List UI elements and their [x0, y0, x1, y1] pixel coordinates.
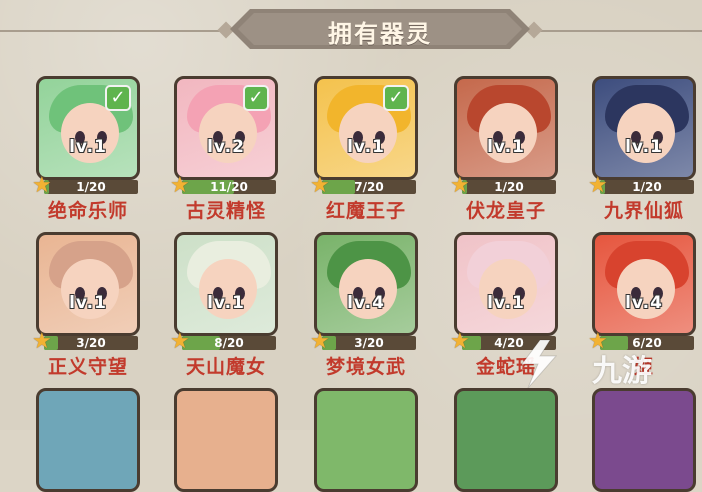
- fragment-progress-bar: 1/20: [44, 180, 138, 194]
- spirit-name: 古灵精怪: [185, 200, 266, 222]
- spirit-level: lv.1: [207, 293, 245, 313]
- spirit-name: 伏龙皇子: [465, 200, 546, 222]
- star-fragment-icon: ★: [170, 329, 190, 354]
- spirit-portrait: lv.2 ✓: [174, 76, 278, 180]
- fragment-count: 7/20: [354, 180, 384, 194]
- spirit-card[interactable]: lv.1 8/20 ★ 天山魔女: [170, 232, 282, 378]
- spirit-portrait: lv.4: [314, 232, 418, 336]
- star-fragment-icon: ★: [588, 173, 608, 198]
- spirit-card[interactable]: lv.1 ✓ 1/20 ★ 绝命乐师: [32, 76, 144, 222]
- spirit-portrait: lv.1 ✓: [314, 76, 418, 180]
- spirit-name: 梦境女武: [325, 356, 406, 378]
- spirit-card[interactable]: lv.2 ✓ 11/20 ★ 古灵精怪: [170, 76, 282, 222]
- spirit-level: lv.1: [487, 293, 525, 313]
- spirit-name: 红魔王子: [325, 200, 406, 222]
- spirit-portrait: lv.1: [454, 76, 558, 180]
- watermark-logo-icon: [521, 339, 558, 389]
- fragment-count: 1/20: [76, 180, 106, 194]
- spirit-card[interactable]: lv.1 1/20 ★ 伏龙皇子: [450, 76, 562, 222]
- spirit-portrait-partial[interactable]: [314, 388, 418, 492]
- spirit-level: lv.4: [347, 293, 385, 313]
- spirit-level: lv.1: [347, 137, 385, 157]
- fragment-progress-bar: 1/20: [600, 180, 694, 194]
- fragment-progress-bar: 11/20: [182, 180, 276, 194]
- star-fragment-icon: ★: [310, 173, 330, 198]
- spirit-card[interactable]: lv.4 3/20 ★ 梦境女武: [310, 232, 422, 378]
- spirit-level: lv.4: [625, 293, 663, 313]
- spirit-level: lv.1: [625, 137, 663, 157]
- spirit-portrait-partial[interactable]: [36, 388, 140, 492]
- checkmark-icon: ✓: [243, 85, 269, 111]
- star-fragment-icon: ★: [450, 329, 470, 354]
- spirit-portrait-partial[interactable]: [454, 388, 558, 492]
- spirit-portrait-partial[interactable]: [592, 388, 696, 492]
- fragment-count: 3/20: [354, 336, 384, 350]
- fragment-count: 8/20: [214, 336, 244, 350]
- spirit-card[interactable]: lv.1 3/20 ★ 正义守望: [32, 232, 144, 378]
- spirit-portrait: lv.1: [454, 232, 558, 336]
- spirit-portrait: lv.1 ✓: [36, 76, 140, 180]
- spirit-card[interactable]: lv.1 ✓ 7/20 ★ 红魔王子: [310, 76, 422, 222]
- fragment-count: 3/20: [76, 336, 106, 350]
- spirit-name: 天山魔女: [185, 356, 266, 378]
- spirit-level: lv.1: [487, 137, 525, 157]
- fragment-count: 11/20: [210, 180, 248, 194]
- spirit-level: lv.1: [69, 293, 107, 313]
- star-fragment-icon: ★: [310, 329, 330, 354]
- spirit-name: 九界仙狐: [603, 200, 684, 222]
- checkmark-icon: ✓: [383, 85, 409, 111]
- fragment-progress-bar: 1/20: [462, 180, 556, 194]
- star-fragment-icon: ★: [170, 173, 190, 198]
- spirit-portrait-partial[interactable]: [174, 388, 278, 492]
- spirit-portrait: lv.4: [592, 232, 696, 336]
- watermark: 九游: [512, 334, 702, 394]
- spirit-card[interactable]: lv.1 1/20 ★ 九界仙狐: [588, 76, 700, 222]
- spirit-portrait: lv.1: [36, 232, 140, 336]
- fragment-progress-bar: 8/20: [182, 336, 276, 350]
- spirit-portrait: lv.1: [174, 232, 278, 336]
- fragment-count: 1/20: [494, 180, 524, 194]
- fragment-progress-bar: 7/20: [322, 180, 416, 194]
- watermark-text: 九游: [592, 354, 652, 389]
- star-fragment-icon: ★: [32, 329, 52, 354]
- fragment-progress-bar: 3/20: [44, 336, 138, 350]
- star-fragment-icon: ★: [450, 173, 470, 198]
- spirit-name: 绝命乐师: [47, 200, 128, 222]
- spirit-name: 正义守望: [47, 356, 128, 378]
- checkmark-icon: ✓: [105, 85, 131, 111]
- spirit-level: lv.2: [207, 137, 245, 157]
- spirit-portrait: lv.1: [592, 76, 696, 180]
- fragment-progress-bar: 3/20: [322, 336, 416, 350]
- star-fragment-icon: ★: [32, 173, 52, 198]
- spirit-level: lv.1: [69, 137, 107, 157]
- fragment-count: 1/20: [632, 180, 662, 194]
